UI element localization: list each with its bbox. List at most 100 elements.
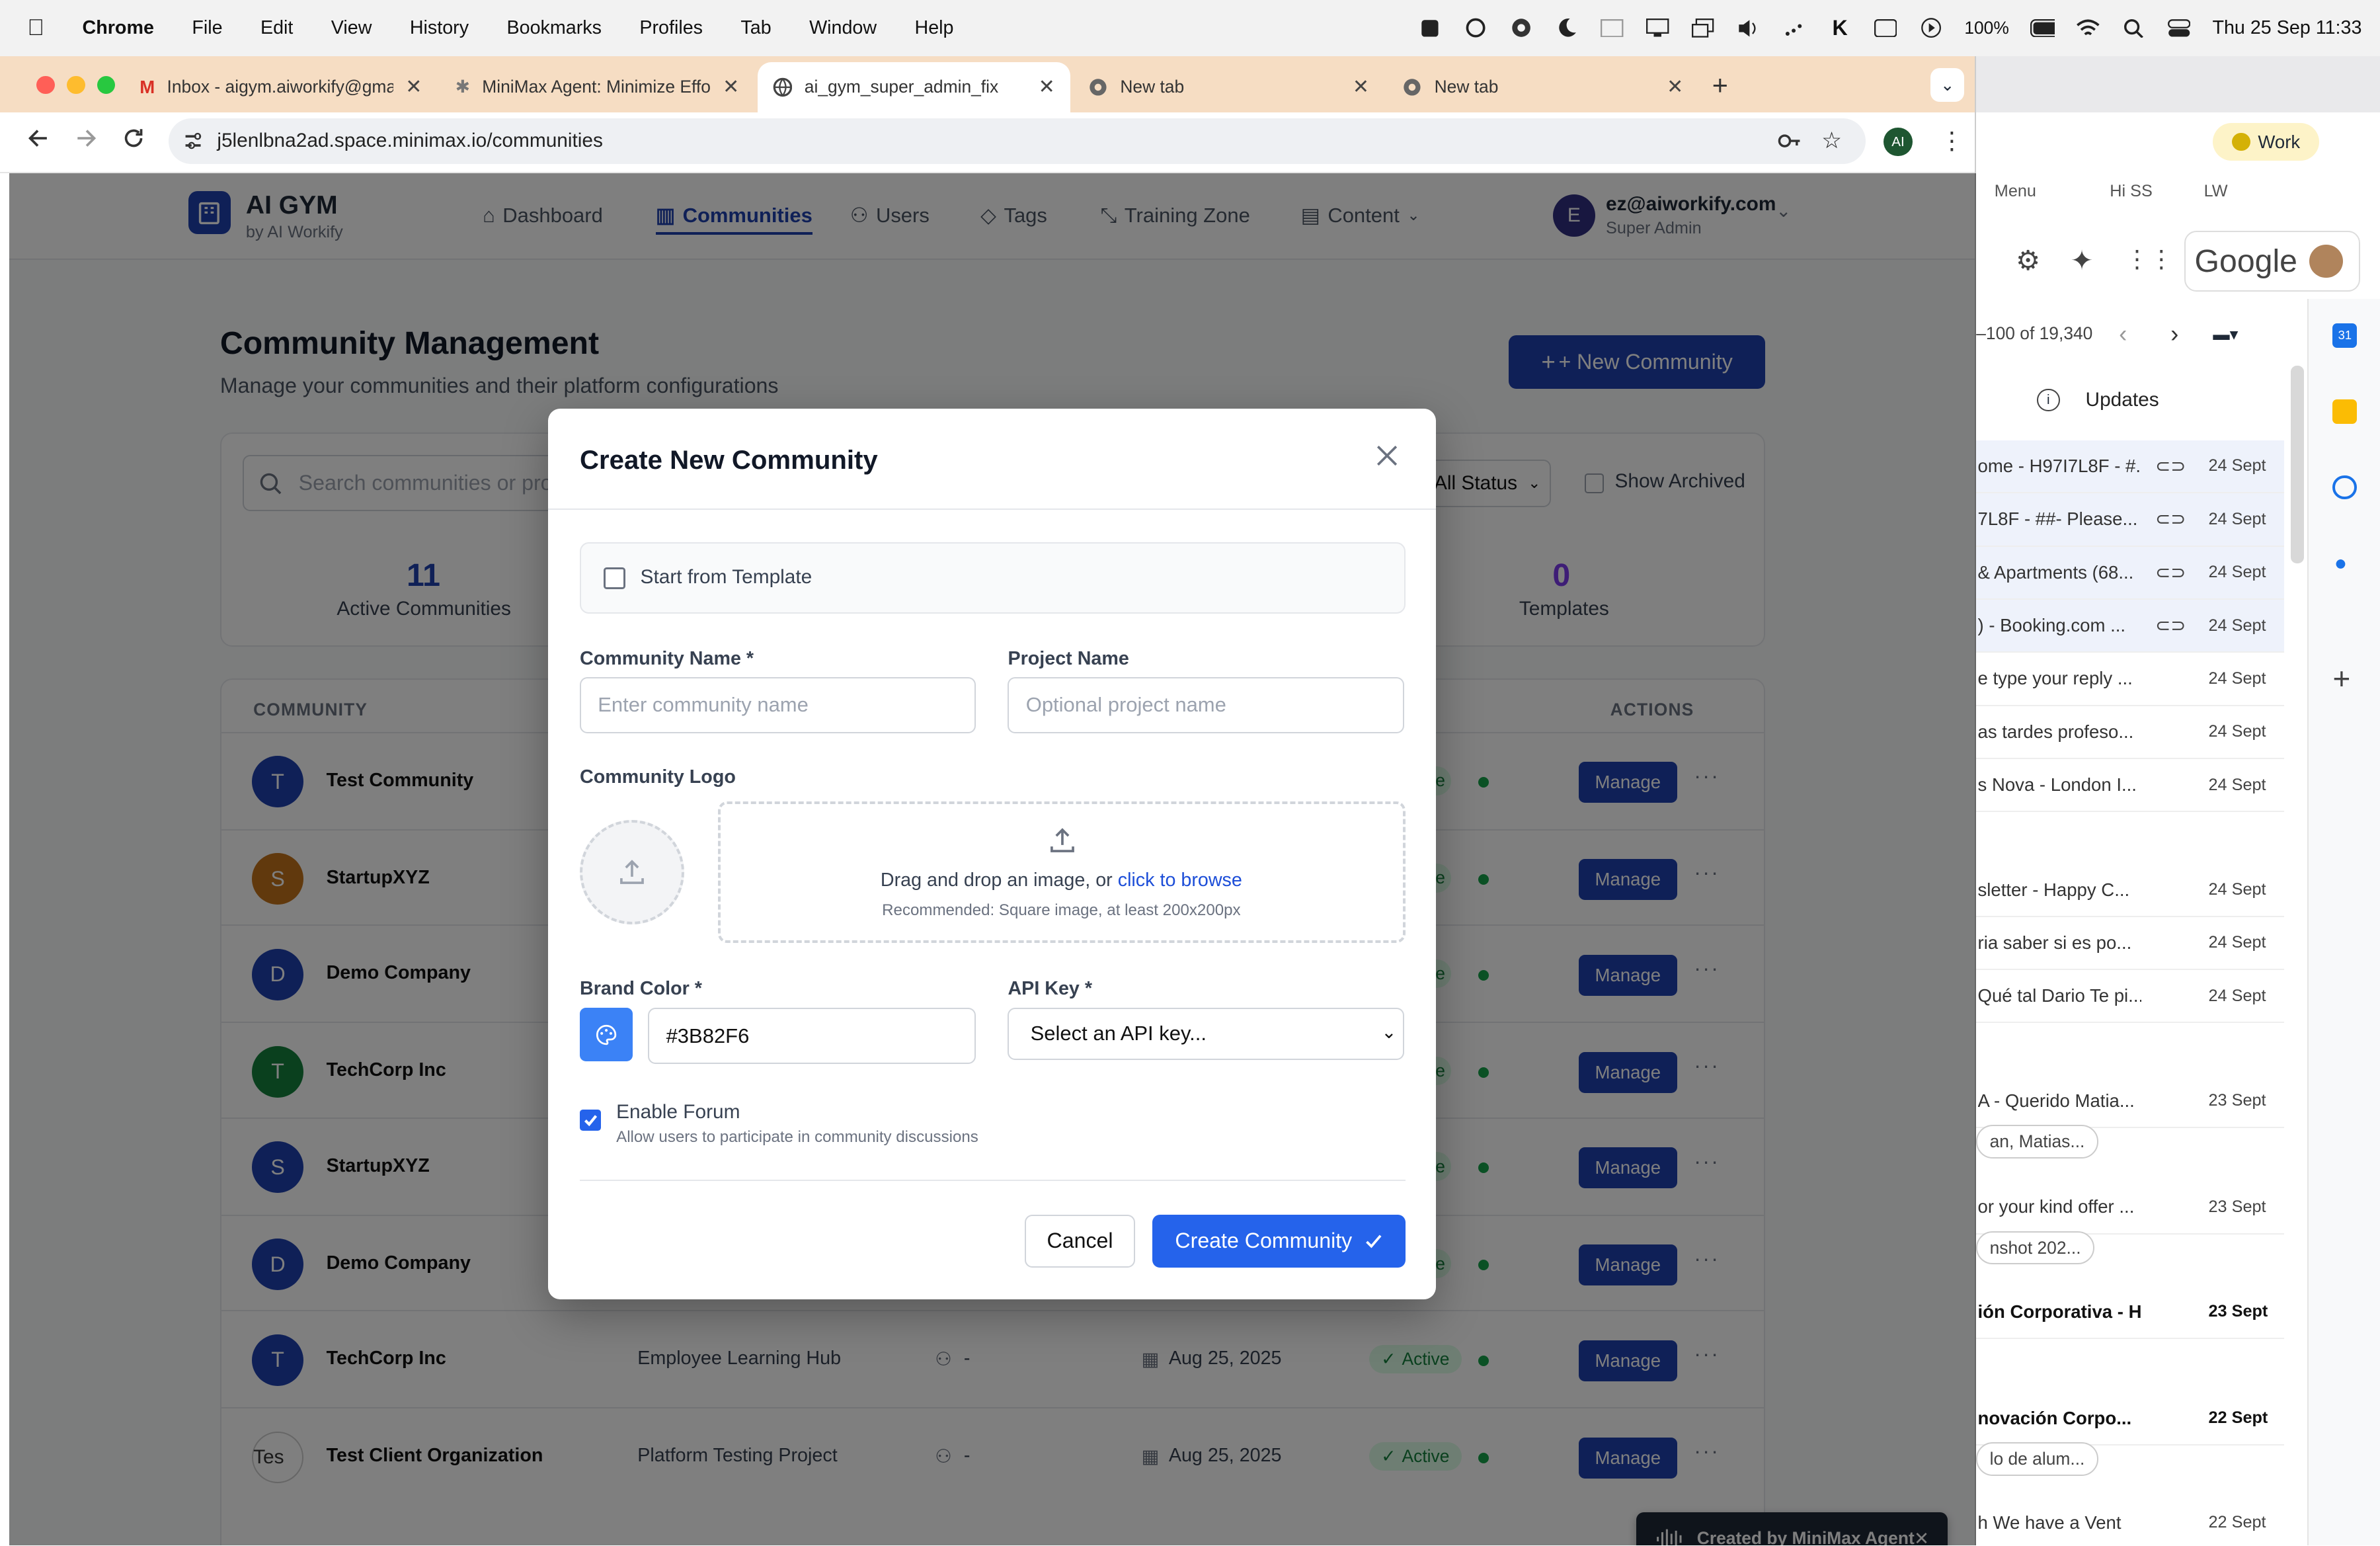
play-icon[interactable] [1919, 17, 1943, 38]
mail-item[interactable]: ome - H97I7L8F - #. ⊂⊃ 24 Sept [1976, 440, 2285, 494]
bookmark-hi-ss[interactable]: Hi SS [2110, 182, 2153, 201]
close-window-button[interactable] [36, 75, 55, 95]
menu-window[interactable]: Window [809, 17, 877, 39]
zoom-window-button[interactable] [97, 75, 116, 95]
calendar-icon[interactable]: 31 [2332, 323, 2358, 348]
mail-item[interactable]: or your kind offer ... 23 Sept [1976, 1181, 2285, 1235]
tasks-icon[interactable] [2332, 475, 2358, 500]
close-icon[interactable] [1376, 445, 1398, 466]
mail-item[interactable]: e type your reply ... 24 Sept [1976, 653, 2285, 706]
mail-item[interactable]: & Apartments (68... ⊂⊃ 24 Sept [1976, 546, 2285, 600]
create-community-button[interactable]: Create Community [1152, 1214, 1406, 1268]
mail-item[interactable]: Qué tal Dario Te pi... 24 Sept [1976, 970, 2285, 1024]
apps-grid-icon[interactable]: ⋮⋮ [2125, 245, 2173, 273]
attachment-chip[interactable]: an, Matias... [1976, 1125, 2098, 1159]
site-info-icon[interactable] [182, 130, 204, 151]
menu-profiles[interactable]: Profiles [639, 17, 703, 39]
menu-help[interactable]: Help [915, 17, 954, 39]
bookmark-star-icon[interactable]: ☆ [1821, 128, 1842, 154]
color-swatch[interactable] [580, 1008, 633, 1061]
contacts-icon[interactable]: ● [2334, 551, 2347, 575]
wifi-icon[interactable] [2076, 17, 2100, 38]
close-tab-icon[interactable]: ✕ [723, 75, 739, 99]
updates-tab[interactable]: Updates [2086, 389, 2159, 411]
work-profile-chip[interactable]: Work [2213, 122, 2320, 161]
menu-app-name[interactable]: Chrome [83, 17, 154, 39]
google-account-chip[interactable]: Google [2184, 230, 2361, 292]
address-bar[interactable]: j5lenlbna2ad.space.minimax.io/communitie… [168, 118, 1866, 164]
project-name-input[interactable]: Optional project name [1008, 676, 1404, 733]
back-icon[interactable] [27, 128, 48, 149]
mail-item[interactable]: sletter - Happy C... 24 Sept [1976, 864, 2285, 917]
tab-new-1[interactable]: New tab ✕ [1073, 62, 1384, 112]
next-page-icon[interactable]: › [2170, 320, 2178, 348]
new-tab-icon[interactable]: + [1712, 70, 1728, 101]
template-checkbox[interactable] [604, 567, 625, 589]
community-name-input[interactable]: Enter community name [580, 676, 976, 733]
mail-item[interactable]: ) - Booking.com ... ⊂⊃ 24 Sept [1976, 599, 2285, 653]
mail-item[interactable]: novación Corpo... 22 Sept [1976, 1392, 2285, 1445]
api-key-select[interactable]: Select an API key... ⌄ [1008, 1008, 1404, 1060]
menu-view[interactable]: View [331, 17, 372, 39]
profile-avatar[interactable]: AI [1884, 127, 1913, 157]
close-tab-icon[interactable]: ✕ [1039, 75, 1055, 99]
bookmark-lw[interactable]: LW [2204, 182, 2228, 201]
k-app-icon[interactable]: K [1828, 16, 1852, 40]
close-tab-icon[interactable]: ✕ [1667, 75, 1683, 99]
logo-dropzone[interactable]: Drag and drop an image, or click to brow… [717, 801, 1406, 943]
menu-history[interactable]: History [410, 17, 469, 39]
dots-grid-icon[interactable] [1782, 17, 1807, 38]
control-center-icon[interactable] [2167, 17, 2192, 38]
keyboard-icon[interactable] [1874, 17, 1898, 38]
menu-edit[interactable]: Edit [260, 17, 293, 39]
moon-icon[interactable] [1554, 17, 1579, 38]
tab-search-icon[interactable]: ⌄ [1930, 68, 1964, 102]
volume-icon[interactable] [1737, 17, 1761, 38]
enable-forum-checkbox[interactable] [580, 1110, 602, 1131]
minimize-window-button[interactable] [67, 75, 85, 95]
display-icon[interactable] [1646, 17, 1670, 38]
mail-item[interactable]: 7L8F - ##- Please... ⊂⊃ 24 Sept [1976, 493, 2285, 547]
attachment-chip[interactable]: lo de alum... [1976, 1442, 2098, 1476]
forward-icon[interactable] [76, 128, 97, 149]
mail-item[interactable]: ria saber si es po... 24 Sept [1976, 917, 2285, 971]
openai-icon[interactable] [1464, 17, 1488, 38]
window-icon[interactable] [1600, 17, 1624, 38]
tab-gmail[interactable]: M Inbox - aigym.aiworkify@gma ✕ [124, 62, 437, 112]
tab-active[interactable]: ai_gym_super_admin_fix ✕ [757, 62, 1070, 112]
mail-item[interactable]: ión Corporativa - H 23 Sept [1976, 1286, 2285, 1339]
logo-preview[interactable] [580, 819, 685, 925]
record-icon[interactable] [1509, 17, 1534, 38]
close-tab-icon[interactable]: ✕ [1353, 75, 1369, 99]
brand-color-input[interactable]: #3B82F6 [648, 1008, 976, 1065]
mail-item[interactable]: h We have a Vent 22 Sept [1976, 1497, 2284, 1546]
menu-bookmarks[interactable]: Bookmarks [506, 17, 601, 39]
password-key-icon[interactable] [1777, 130, 1802, 151]
input-tools-icon[interactable]: ▬▾ [2213, 325, 2238, 345]
mail-item[interactable]: s Nova - London I... 24 Sept [1976, 759, 2285, 813]
browse-link[interactable]: click to browse [1118, 870, 1242, 891]
mail-item[interactable]: A - Querido Matia... 23 Sept [1976, 1075, 2285, 1128]
attachment-chip[interactable]: nshot 202... [1976, 1231, 2094, 1265]
prev-page-icon[interactable]: ‹ [2119, 320, 2127, 348]
bookmark-menu[interactable]: Menu [1995, 182, 2036, 201]
add-app-icon[interactable]: + [2332, 661, 2350, 696]
tab-new-2[interactable]: New tab ✕ [1387, 62, 1698, 112]
reload-icon[interactable] [123, 128, 144, 149]
gemini-sparkle-icon[interactable]: ✦ [2071, 245, 2094, 276]
settings-gear-icon[interactable]: ⚙ [2016, 245, 2040, 276]
search-icon[interactable] [2122, 17, 2146, 38]
cube-icon[interactable] [1418, 17, 1443, 38]
close-tab-icon[interactable]: ✕ [405, 75, 422, 99]
menu-tab[interactable]: Tab [740, 17, 771, 39]
clock[interactable]: Thu 25 Sep 11:33 [2212, 17, 2361, 39]
tab-minimax[interactable]: ✱ MiniMax Agent: Minimize Effo ✕ [440, 62, 754, 112]
battery-icon[interactable] [2030, 17, 2055, 38]
mirror-icon[interactable] [1691, 17, 1716, 38]
keep-icon[interactable] [2332, 399, 2358, 424]
menu-file[interactable]: File [192, 17, 222, 39]
scrollbar[interactable] [2290, 366, 2305, 563]
chrome-menu-icon[interactable]: ⋮ [1940, 126, 1964, 155]
mail-item[interactable]: as tardes profeso... 24 Sept [1976, 706, 2285, 759]
cancel-button[interactable]: Cancel [1024, 1214, 1136, 1268]
